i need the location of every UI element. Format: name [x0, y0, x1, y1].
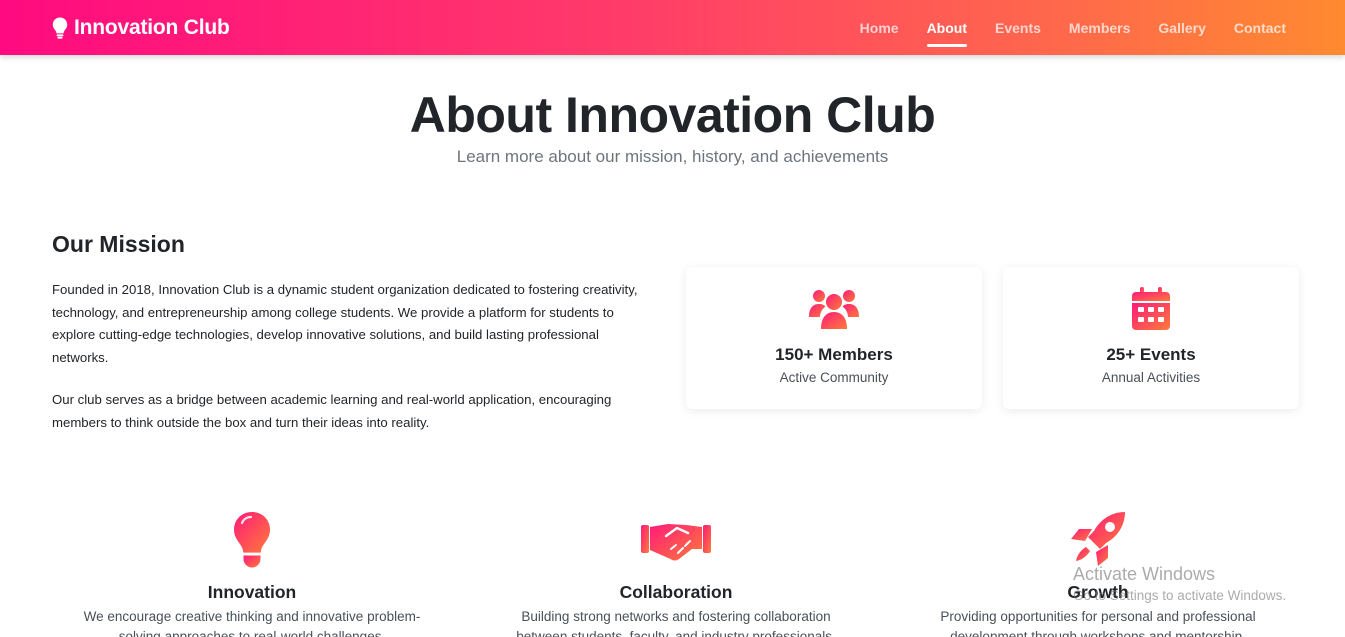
value-title: Collaboration [619, 582, 733, 602]
nav-link-events[interactable]: Events [995, 20, 1041, 36]
stat-value: 150+ Members [775, 345, 893, 364]
value-description: We encourage creative thinking and innov… [83, 609, 421, 637]
stat-label: Active Community [779, 370, 889, 385]
brand-name: Innovation Club [74, 16, 230, 39]
mission-paragraph: Founded in 2018, Innovation Club is a dy… [52, 282, 638, 365]
nav-link-home[interactable]: Home [860, 20, 899, 36]
value-title: Innovation [207, 582, 297, 602]
stat-label: Annual Activities [1101, 370, 1201, 385]
value-collaboration: Collaboration Building strong networks a… [476, 508, 876, 637]
page-title: About Innovation Club [409, 87, 936, 143]
handshake-icon [641, 524, 711, 561]
nav-link-contact[interactable]: Contact [1234, 20, 1286, 36]
nav-link-about[interactable]: About [926, 20, 968, 47]
value-description: Providing opportunities for personal and… [940, 609, 1256, 637]
stat-card-events: 25+ Events Annual Activities [1003, 267, 1299, 409]
value-description: Building strong networks and fostering c… [516, 609, 836, 637]
activate-windows-watermark: Activate Windows Go to Settings to activ… [1073, 564, 1286, 603]
page-subtitle: Learn more about our mission, history, a… [456, 147, 889, 166]
mission-heading: Our Mission [52, 231, 185, 257]
calendar-icon [1132, 287, 1170, 330]
lightbulb-icon [234, 512, 270, 568]
watermark-subtitle: Go to Settings to activate Windows. [1073, 588, 1287, 603]
brand-link[interactable]: Innovation Club [52, 13, 230, 43]
rocket-icon [1071, 512, 1125, 566]
nav-link-members[interactable]: Members [1069, 20, 1130, 36]
stat-value: 25+ Events [1106, 345, 1196, 364]
lightbulb-icon [52, 17, 68, 39]
nav-menu: Home About Events Members Gallery Contac… [832, 0, 1286, 55]
nav-link-gallery[interactable]: Gallery [1158, 20, 1205, 36]
stat-card-members: 150+ Members Active Community [686, 267, 982, 409]
watermark-title: Activate Windows [1073, 564, 1216, 584]
mission-paragraph: Our club serves as a bridge between acad… [52, 392, 612, 430]
users-icon [809, 290, 859, 329]
navbar: Innovation Club Home About Events Member… [0, 0, 1345, 55]
value-innovation: Innovation We encourage creative thinkin… [52, 508, 452, 637]
